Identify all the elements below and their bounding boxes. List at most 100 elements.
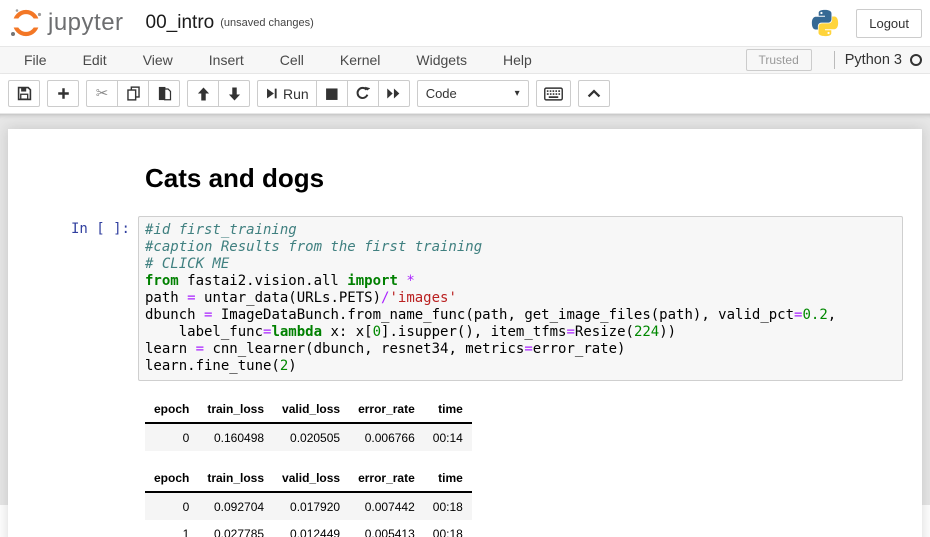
scissors-icon: ✂ bbox=[96, 86, 109, 101]
table-cell: 0.012449 bbox=[273, 520, 349, 537]
trusted-button[interactable]: Trusted bbox=[746, 49, 812, 71]
menu-item-view[interactable]: View bbox=[125, 47, 191, 73]
notebook-site[interactable]: Cats and dogs In [ ]: #id first_training… bbox=[0, 114, 930, 505]
menu-item-kernel[interactable]: Kernel bbox=[322, 47, 398, 73]
table-cell: 0 bbox=[145, 492, 198, 520]
jupyter-planet-icon bbox=[8, 5, 44, 41]
menu-item-cell[interactable]: Cell bbox=[262, 47, 322, 73]
training-results-table-1: epochtrain_lossvalid_losserror_ratetime0… bbox=[145, 396, 472, 451]
menubar: FileEditViewInsertCellKernelWidgetsHelp … bbox=[0, 46, 930, 74]
restart-run-all-button[interactable] bbox=[378, 80, 410, 107]
kernel-idle-icon bbox=[910, 54, 922, 66]
restart-kernel-button[interactable] bbox=[347, 80, 379, 107]
output-area-1: epochtrain_lossvalid_losserror_ratetime0… bbox=[8, 386, 908, 455]
run-cell-button[interactable]: Run bbox=[257, 80, 317, 107]
table-cell: 00:14 bbox=[424, 423, 472, 451]
cut-cell-button[interactable]: ✂ bbox=[86, 80, 118, 107]
menu-item-help[interactable]: Help bbox=[485, 47, 550, 73]
output-area-2: epochtrain_lossvalid_losserror_ratetime0… bbox=[8, 455, 908, 537]
copy-icon bbox=[126, 86, 141, 101]
kernel-name: Python 3 bbox=[845, 52, 902, 68]
jupyter-logo[interactable]: jupyter bbox=[8, 5, 124, 41]
column-header: valid_loss bbox=[273, 465, 349, 492]
save-button[interactable] bbox=[8, 80, 40, 107]
table-cell: 00:18 bbox=[424, 492, 472, 520]
table-cell: 0.017920 bbox=[273, 492, 349, 520]
code-line: learn.fine_tune(2) bbox=[145, 358, 896, 375]
table-row: 00.0927040.0179200.00744200:18 bbox=[145, 492, 472, 520]
plus-icon bbox=[57, 87, 70, 100]
markdown-cell[interactable]: Cats and dogs bbox=[8, 144, 908, 199]
table-cell: 0.006766 bbox=[349, 423, 424, 451]
jupyter-wordmark: jupyter bbox=[48, 9, 124, 37]
section-heading: Cats and dogs bbox=[138, 149, 903, 194]
table-cell: 0.160498 bbox=[198, 423, 273, 451]
paste-icon bbox=[157, 86, 172, 101]
chevron-up-icon bbox=[587, 89, 601, 98]
logout-button[interactable]: Logout bbox=[856, 9, 922, 38]
fast-forward-icon bbox=[386, 87, 401, 100]
input-prompt: In [ ]: bbox=[13, 216, 138, 381]
collapse-header-button[interactable] bbox=[578, 80, 610, 107]
copy-cell-button[interactable] bbox=[117, 80, 149, 107]
table-cell: 0.005413 bbox=[349, 520, 424, 537]
python-logo-icon bbox=[810, 8, 840, 38]
table-cell: 1 bbox=[145, 520, 198, 537]
menubar-items: FileEditViewInsertCellKernelWidgetsHelp bbox=[6, 47, 550, 73]
menu-item-edit[interactable]: Edit bbox=[65, 47, 125, 73]
table-row: 10.0277850.0124490.00541300:18 bbox=[145, 520, 472, 537]
main-toolbar: ✂ bbox=[0, 74, 930, 114]
arrow-up-icon bbox=[197, 87, 210, 101]
output-prompt bbox=[13, 459, 138, 537]
menu-item-insert[interactable]: Insert bbox=[191, 47, 262, 73]
column-header: error_rate bbox=[349, 396, 424, 423]
column-header: error_rate bbox=[349, 465, 424, 492]
notebook-title[interactable]: 00_intro bbox=[146, 12, 215, 34]
run-button-label: Run bbox=[283, 86, 309, 102]
insert-cell-below-button[interactable] bbox=[47, 80, 79, 107]
output-prompt bbox=[13, 390, 138, 455]
table-row: 00.1604980.0205050.00676600:14 bbox=[145, 423, 472, 451]
code-line: #caption Results from the first training bbox=[145, 239, 896, 256]
column-header: time bbox=[424, 465, 472, 492]
command-palette-button[interactable] bbox=[536, 80, 571, 107]
column-header: valid_loss bbox=[273, 396, 349, 423]
menu-item-widgets[interactable]: Widgets bbox=[398, 47, 485, 73]
code-line: from fastai2.vision.all import * bbox=[145, 273, 896, 290]
paste-cell-button[interactable] bbox=[148, 80, 180, 107]
code-line: path = untar_data(URLs.PETS)/'images' bbox=[145, 290, 896, 307]
arrow-down-icon bbox=[228, 87, 241, 101]
column-header: train_loss bbox=[198, 465, 273, 492]
keyboard-icon bbox=[544, 87, 563, 101]
step-forward-icon bbox=[265, 87, 278, 100]
table-cell: 0.020505 bbox=[273, 423, 349, 451]
code-line: #id first_training bbox=[145, 222, 896, 239]
code-editor[interactable]: #id first_training#caption Results from … bbox=[138, 216, 903, 381]
menu-item-file[interactable]: File bbox=[6, 47, 65, 73]
move-cell-up-button[interactable] bbox=[187, 80, 219, 107]
code-cell[interactable]: In [ ]: #id first_training#caption Resul… bbox=[8, 211, 908, 386]
cell-type-dropdown[interactable]: Code ▾ bbox=[417, 80, 529, 107]
code-line: # CLICK ME bbox=[145, 256, 896, 273]
table-cell: 0 bbox=[145, 423, 198, 451]
column-header: train_loss bbox=[198, 396, 273, 423]
column-header: epoch bbox=[145, 396, 198, 423]
output-areas: epochtrain_lossvalid_losserror_ratetime0… bbox=[8, 386, 908, 537]
checkpoint-status: (unsaved changes) bbox=[220, 17, 314, 29]
table-cell: 0.027785 bbox=[198, 520, 273, 537]
notebook-container: Cats and dogs In [ ]: #id first_training… bbox=[8, 129, 922, 537]
column-header: time bbox=[424, 396, 472, 423]
table-cell: 00:18 bbox=[424, 520, 472, 537]
move-cell-down-button[interactable] bbox=[218, 80, 250, 107]
header-bar: jupyter 00_intro (unsaved changes) Logou… bbox=[0, 0, 930, 46]
training-results-table-2: epochtrain_lossvalid_losserror_ratetime0… bbox=[145, 465, 472, 537]
interrupt-kernel-button[interactable]: ■ bbox=[316, 80, 348, 107]
kernel-divider bbox=[834, 51, 835, 69]
cell-type-value: Code bbox=[426, 86, 457, 101]
stop-icon: ■ bbox=[325, 86, 339, 101]
caret-down-icon: ▾ bbox=[515, 88, 520, 99]
code-line: dbunch = ImageDataBunch.from_name_func(p… bbox=[145, 307, 896, 324]
output-subarea: epochtrain_lossvalid_losserror_ratetime0… bbox=[138, 390, 472, 455]
code-line: label_func=lambda x: x[0].isupper(), ite… bbox=[145, 324, 896, 341]
output-subarea: epochtrain_lossvalid_losserror_ratetime0… bbox=[138, 459, 472, 537]
